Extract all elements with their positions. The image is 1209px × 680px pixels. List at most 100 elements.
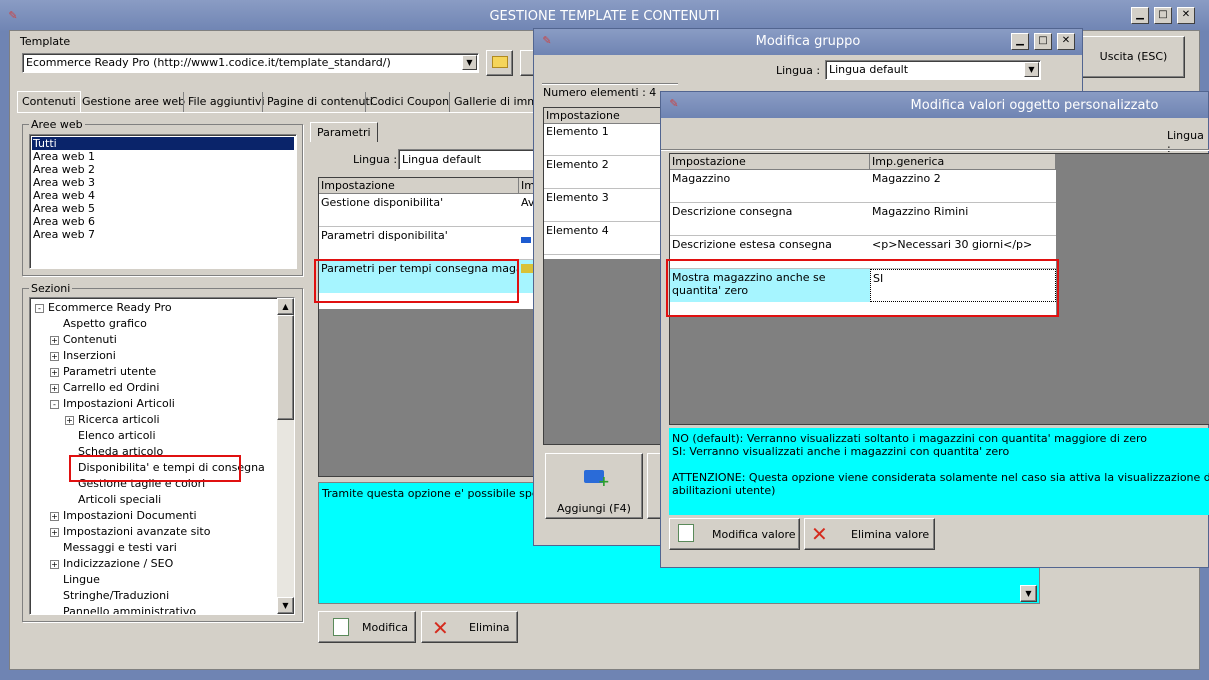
tree-item[interactable]: - Ecommerce Ready Pro xyxy=(35,300,172,316)
close-button[interactable]: ✕ xyxy=(1177,7,1195,24)
desc-scroll-down[interactable]: ▼ xyxy=(1020,585,1037,602)
add-button-label: Aggiungi (F4) xyxy=(557,502,631,515)
group-title: Modifica gruppo xyxy=(755,34,861,49)
group-grid[interactable]: Impostazione Elemento 1 Elemento 2 Eleme… xyxy=(543,107,663,445)
areas-list[interactable]: Tutti Area web 1 Area web 2 Area web 3 A… xyxy=(29,134,297,269)
values-row-name[interactable]: Descrizione consegna xyxy=(670,203,870,236)
close-button[interactable]: ✕ xyxy=(1057,33,1075,50)
dropdown-icon[interactable]: ▼ xyxy=(1024,62,1039,77)
group-element[interactable]: Elemento 4 xyxy=(544,222,662,255)
expand-icon[interactable]: + xyxy=(50,559,59,569)
template-select[interactable]: Ecommerce Ready Pro (http://www1.codice.… xyxy=(22,53,479,73)
area-item[interactable]: Area web 3 xyxy=(32,176,294,189)
params-lingua-select[interactable]: Lingua default xyxy=(398,149,536,170)
modify-value-label: Modifica valore xyxy=(712,528,796,541)
exit-button[interactable]: Uscita (ESC) xyxy=(1082,36,1185,78)
help-line: abilitazioni utente) xyxy=(672,484,776,497)
expand-icon[interactable]: + xyxy=(50,511,59,521)
tree-item[interactable]: + Impostazioni Documenti xyxy=(50,508,197,524)
params-grid[interactable]: Impostazione Im Gestione disponibilita' … xyxy=(318,177,540,477)
tab-gestione-aree-web[interactable]: Gestione aree web xyxy=(78,92,189,112)
maximize-button[interactable]: □ xyxy=(1034,33,1052,50)
tree-item[interactable]: + Parametri utente xyxy=(50,364,156,380)
tree-item[interactable]: + Indicizzazione / SEO xyxy=(50,556,173,572)
collapse-icon[interactable]: - xyxy=(50,399,59,409)
area-item[interactable]: Area web 5 xyxy=(32,202,294,215)
params-row-name[interactable]: Parametri disponibilita' xyxy=(319,227,519,260)
tree-item[interactable]: - Impostazioni Articoli xyxy=(50,396,175,412)
modify-button[interactable]: Modifica xyxy=(318,611,416,643)
tree-item[interactable]: Stringhe/Traduzioni xyxy=(50,588,169,604)
tab-file-aggiuntivi[interactable]: File aggiuntivi xyxy=(183,92,269,112)
collapse-icon[interactable]: - xyxy=(35,303,44,313)
values-grid-header-val: Imp.generica xyxy=(870,154,1056,170)
delete-value-label: Elimina valore xyxy=(851,528,930,541)
values-row-val[interactable]: Magazzino 2 xyxy=(870,170,1056,203)
tree-item-label: Parametri utente xyxy=(63,365,157,378)
delete-icon: ✕ xyxy=(432,616,449,640)
scroll-down-button[interactable]: ▼ xyxy=(277,597,294,614)
expand-icon[interactable]: + xyxy=(65,415,74,425)
folder-icon xyxy=(491,56,508,68)
exit-button-label: Uscita (ESC) xyxy=(1099,50,1168,63)
values-window: ✎ Modifica valori oggetto personalizzato… xyxy=(660,91,1209,568)
tree-item[interactable]: Pannello amministrativo xyxy=(50,604,196,614)
tree-item[interactable]: + Carrello ed Ordini xyxy=(50,380,159,396)
minimize-button[interactable]: ▁ xyxy=(1131,7,1149,24)
area-item[interactable]: Area web 6 xyxy=(32,215,294,228)
tree-item[interactable]: Aspetto grafico xyxy=(50,316,147,332)
area-item[interactable]: Area web 1 xyxy=(32,150,294,163)
highlight-box-value xyxy=(666,259,1059,317)
tree-item[interactable]: Messaggi e testi vari xyxy=(50,540,177,556)
highlight-box-param xyxy=(314,259,519,303)
tree-item[interactable]: Elenco articoli xyxy=(65,428,156,444)
folder-icon xyxy=(521,264,533,273)
tab-pagine-contenuti[interactable]: Pagine di contenuti xyxy=(262,92,377,112)
values-grid-header-name: Impostazione xyxy=(670,154,870,170)
scroll-up-button[interactable]: ▲ xyxy=(277,298,294,315)
area-item[interactable]: Tutti xyxy=(32,137,294,150)
template-select-value: Ecommerce Ready Pro (http://www1.codice.… xyxy=(26,56,391,69)
values-title-bar[interactable]: ✎ Modifica valori oggetto personalizzato xyxy=(661,92,1208,118)
area-item[interactable]: Area web 7 xyxy=(32,228,294,241)
params-row-name[interactable]: Gestione disponibilita' xyxy=(319,194,519,227)
group-element[interactable]: Elemento 2 xyxy=(544,156,662,189)
tree-item[interactable]: Lingue xyxy=(50,572,100,588)
maximize-button[interactable]: □ xyxy=(1154,7,1172,24)
group-element[interactable]: Elemento 1 xyxy=(544,123,662,156)
group-element[interactable]: Elemento 3 xyxy=(544,189,662,222)
delete-button[interactable]: ✕ Elimina xyxy=(421,611,518,643)
expand-icon[interactable]: + xyxy=(50,367,59,377)
link-icon xyxy=(521,237,531,243)
tree-item-label: Lingue xyxy=(63,573,100,586)
tree-item[interactable]: Articoli speciali xyxy=(65,492,161,508)
dropdown-icon[interactable]: ▼ xyxy=(462,55,477,70)
scroll-thumb[interactable] xyxy=(277,315,294,420)
modify-value-button[interactable]: Modifica valore xyxy=(669,518,800,550)
values-row-val[interactable]: Magazzino Rimini xyxy=(870,203,1056,236)
expand-icon[interactable]: + xyxy=(50,335,59,345)
tree-item[interactable]: + Ricerca articoli xyxy=(65,412,160,428)
add-button[interactable]: + Aggiungi (F4) xyxy=(545,453,643,519)
tree-item[interactable]: + Inserzioni xyxy=(50,348,116,364)
group-lingua-select[interactable]: Lingua default ▼ xyxy=(825,60,1041,80)
delete-value-button[interactable]: ✕ Elimina valore xyxy=(804,518,935,550)
tab-codici-coupon[interactable]: Codici Coupon xyxy=(365,92,453,112)
area-item[interactable]: Area web 4 xyxy=(32,189,294,202)
tab-contenuti[interactable]: Contenuti xyxy=(17,91,81,112)
main-tabs: Contenuti Gestione aree web File aggiunt… xyxy=(17,91,552,112)
area-item[interactable]: Area web 2 xyxy=(32,163,294,176)
tree-item[interactable]: + Impostazioni avanzate sito xyxy=(50,524,210,540)
tree-item-label: Articoli speciali xyxy=(78,493,162,506)
minimize-button[interactable]: ▁ xyxy=(1011,33,1029,50)
tree-scrollbar[interactable]: ▲ ▼ xyxy=(277,298,294,614)
params-tab[interactable]: Parametri xyxy=(310,122,378,142)
tree-item[interactable]: + Contenuti xyxy=(50,332,117,348)
expand-icon[interactable]: + xyxy=(50,383,59,393)
expand-icon[interactable]: + xyxy=(50,527,59,537)
template-folder-button[interactable] xyxy=(486,50,513,76)
values-row-name[interactable]: Magazzino xyxy=(670,170,870,203)
group-title-bar[interactable]: ✎ Modifica gruppo ▁ □ ✕ xyxy=(534,29,1082,55)
expand-icon[interactable]: + xyxy=(50,351,59,361)
values-title: Modifica valori oggetto personalizzato xyxy=(910,98,1159,113)
